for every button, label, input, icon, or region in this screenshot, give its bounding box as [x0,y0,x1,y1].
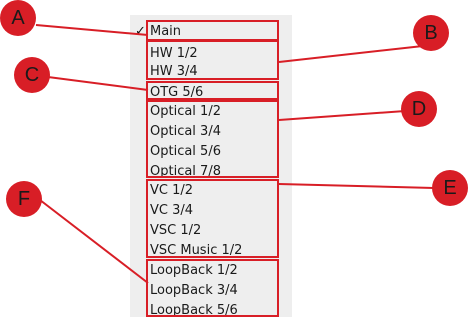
callout-marker-b: B [413,15,449,51]
callout-marker-f: F [6,181,42,217]
callout-line-c [47,76,149,91]
callout-marker-d: D [401,91,437,127]
callout-line-b [278,44,433,63]
callout-lines [35,24,435,284]
callout-line-a [35,24,149,36]
callout-line-f [39,199,149,284]
callout-marker-e: E [432,170,468,206]
callout-marker-c: C [14,57,50,93]
annotated-screenshot: ✓ Main HW 1/2 HW 3/4 OTG 5/6 Optical 1/2… [0,0,469,317]
callout-marker-a: A [0,0,36,36]
callout-line-d [278,109,420,121]
callout-line-e [278,183,435,189]
